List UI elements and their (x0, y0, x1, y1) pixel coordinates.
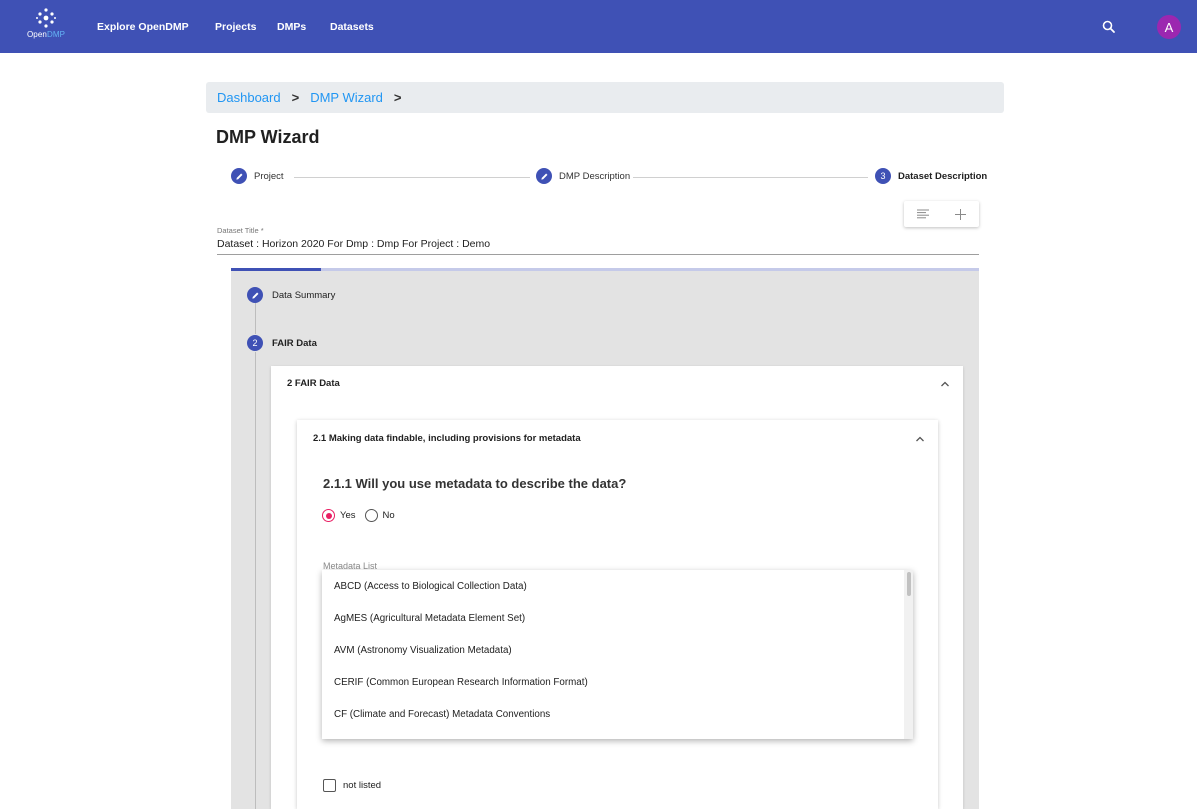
question-title: 2.1.1 Will you use metadata to describe … (323, 476, 627, 491)
breadcrumb: Dashboard > DMP Wizard > (206, 82, 1004, 113)
pencil-icon (247, 287, 263, 303)
step-number: 3 (875, 168, 891, 184)
not-listed-label[interactable]: not listed (343, 780, 381, 791)
step-dataset-description[interactable]: 3 Dataset Description (875, 168, 987, 184)
dataset-title-label: Dataset Title * (217, 226, 264, 235)
metadata-option[interactable]: AgMES (Agricultural Metadata Element Set… (334, 613, 525, 624)
section-label: FAIR Data (272, 337, 317, 349)
nav-projects[interactable]: Projects (215, 0, 256, 53)
section-connector (255, 352, 256, 809)
radio-yes-label[interactable]: Yes (340, 510, 356, 521)
dataset-title-underline (217, 254, 979, 255)
findable-data-card-title[interactable]: 2.1 Making data findable, including prov… (313, 433, 581, 444)
section-progress-track (231, 268, 979, 271)
opendmp-logo[interactable]: OpenDMP (22, 7, 70, 47)
section-connector (255, 303, 256, 334)
user-avatar[interactable]: A (1157, 15, 1181, 39)
logo-text-dmp: DMP (46, 30, 66, 39)
metadata-option[interactable]: ABCD (Access to Biological Collection Da… (334, 581, 527, 592)
metadata-option[interactable]: CF (Climate and Forecast) Metadata Conve… (334, 709, 550, 720)
radio-no[interactable] (364, 509, 378, 522)
dropdown-scrollbar-thumb[interactable] (907, 572, 911, 596)
radio-yes[interactable] (322, 509, 335, 522)
dataset-toolbar (904, 201, 979, 227)
table-of-contents-icon[interactable] (917, 209, 929, 219)
section-data-summary[interactable]: Data Summary (247, 287, 335, 303)
breadcrumb-dashboard[interactable]: Dashboard (217, 90, 281, 105)
breadcrumb-dmp-wizard[interactable]: DMP Wizard (310, 90, 383, 105)
section-label: Data Summary (272, 289, 336, 301)
breadcrumb-separator: > (291, 90, 300, 105)
nav-dmps[interactable]: DMPs (277, 0, 306, 53)
step-label: DMP Description (559, 170, 631, 182)
step-label: Project (254, 170, 284, 182)
search-icon[interactable] (1099, 17, 1119, 37)
nav-datasets[interactable]: Datasets (330, 0, 374, 53)
step-label: Dataset Description (898, 170, 988, 182)
step-project[interactable]: Project (231, 168, 284, 184)
metadata-radio-group: Yes No (322, 509, 404, 522)
metadata-option[interactable]: CERIF (Common European Research Informat… (334, 677, 588, 688)
radio-no-label[interactable]: No (383, 510, 395, 521)
top-navbar: OpenDMP Explore OpenDMP Projects DMPs Da… (0, 0, 1197, 53)
logo-dots-icon (36, 8, 56, 28)
pencil-icon (536, 168, 552, 184)
section-fair-data[interactable]: 2 FAIR Data (247, 335, 317, 351)
section-number: 2 (247, 335, 263, 351)
logo-text: OpenDMP (27, 30, 65, 39)
pencil-icon (231, 168, 247, 184)
dropdown-scrollbar[interactable] (904, 570, 913, 739)
not-listed-checkbox[interactable] (323, 779, 336, 792)
stepper-connector (294, 177, 530, 178)
not-listed-row: not listed (323, 779, 381, 792)
step-dmp-description[interactable]: DMP Description (536, 168, 630, 184)
fair-data-card-title[interactable]: 2 FAIR Data (287, 378, 340, 389)
metadata-option[interactable]: AVM (Astronomy Visualization Metadata) (334, 645, 512, 656)
breadcrumb-separator: > (393, 90, 402, 105)
stepper-connector (633, 177, 868, 178)
chevron-up-icon[interactable] (940, 380, 950, 388)
metadata-list-dropdown: ABCD (Access to Biological Collection Da… (322, 570, 913, 739)
add-icon[interactable] (955, 208, 966, 220)
nav-explore-opendmp[interactable]: Explore OpenDMP (97, 0, 189, 53)
chevron-up-icon[interactable] (915, 435, 925, 443)
dataset-title-input[interactable]: Dataset : Horizon 2020 For Dmp : Dmp For… (217, 238, 490, 250)
section-progress-bar (231, 268, 321, 271)
page-title: DMP Wizard (216, 127, 320, 147)
logo-text-open: Open (26, 30, 47, 39)
